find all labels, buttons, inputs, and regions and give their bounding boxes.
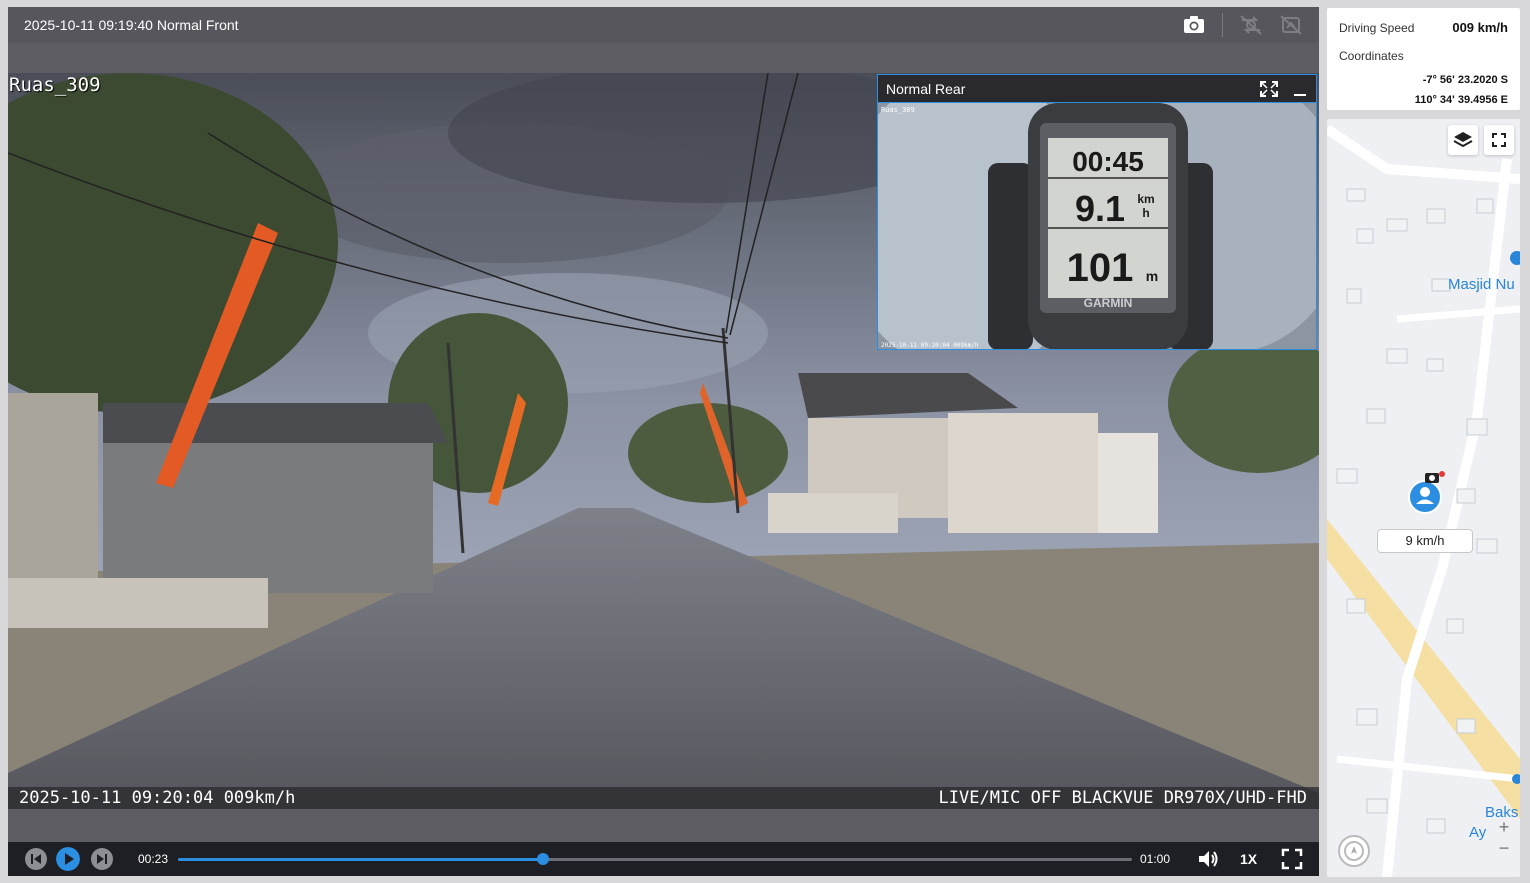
layers-icon xyxy=(1453,132,1473,148)
pip-header: Normal Rear xyxy=(878,75,1316,102)
poi-ay-label[interactable]: Ay xyxy=(1469,824,1486,841)
compass-icon xyxy=(1344,841,1364,861)
map-fullscreen-button[interactable] xyxy=(1484,125,1514,155)
minimize-icon[interactable] xyxy=(1290,79,1312,99)
zoom-in-button[interactable]: + xyxy=(1491,817,1517,838)
seek-progress xyxy=(178,858,544,861)
previous-frame-icon[interactable] xyxy=(24,847,48,871)
driving-speed-label: Driving Speed xyxy=(1339,21,1415,35)
map-layers-button[interactable] xyxy=(1448,125,1478,155)
fullscreen-icon xyxy=(1492,133,1506,147)
toolbar-divider xyxy=(1222,13,1223,37)
pip-title: Normal Rear xyxy=(886,81,966,97)
rear-camera-pip[interactable]: Normal Rear 00:45 9.1 km h 101 m GARMIN … xyxy=(877,74,1317,350)
map-speed-marker: 9 km/h xyxy=(1377,529,1473,553)
gps-distance: 101 xyxy=(1067,246,1134,290)
volume-icon[interactable] xyxy=(1196,847,1220,871)
video-osd-bar: 2025-10-11 09:20:04 009km/h LIVE/MIC OFF… xyxy=(8,787,1319,809)
total-time: 01:00 xyxy=(1140,852,1171,866)
osd-device-info: LIVE/MIC OFF BLACKVUE DR970X/UHD-FHD xyxy=(938,788,1307,808)
swap-view-icon[interactable] xyxy=(1238,13,1264,37)
gps-device-scene: 00:45 9.1 km h 101 m GARMIN Ruas_309 202… xyxy=(878,103,1316,349)
coordinates-label: Coordinates xyxy=(1339,49,1404,63)
driving-info-panel: Driving Speed 009 km/h Coordinates -7° 5… xyxy=(1327,8,1520,110)
camera-label-overlay: Ruas_309 xyxy=(9,74,101,96)
gps-speed-unit-top: km xyxy=(1137,192,1154,206)
video-player: 2025-10-11 09:19:40 Normal Front Ruas_30… xyxy=(8,7,1319,876)
latitude-value: -7° 56' 23.2020 S xyxy=(1422,74,1508,86)
fullscreen-icon[interactable] xyxy=(1280,847,1304,871)
vehicle-marker-icon[interactable] xyxy=(1405,467,1449,517)
camera-icon[interactable] xyxy=(1181,13,1207,37)
gps-timer: 00:45 xyxy=(1072,146,1144,177)
gps-brand: GARMIN xyxy=(1084,296,1133,310)
player-title-bar: 2025-10-11 09:19:40 Normal Front xyxy=(8,7,1319,43)
osd-timestamp-speed: 2025-10-11 09:20:04 009km/h xyxy=(19,788,296,808)
playback-speed-button[interactable]: 1X xyxy=(1240,851,1257,867)
map-zoom-controls: + − xyxy=(1491,817,1517,867)
next-frame-icon[interactable] xyxy=(90,847,114,871)
zoom-out-button[interactable]: − xyxy=(1491,838,1517,859)
poi-masjid-label[interactable]: Masjid Nu xyxy=(1448,276,1515,293)
current-time: 00:23 xyxy=(138,852,169,866)
driving-speed-value: 009 km/h xyxy=(1452,20,1508,35)
layout-off-icon[interactable] xyxy=(1278,13,1304,37)
gps-distance-unit: m xyxy=(1146,268,1158,284)
pip-tiny-label: Ruas_309 xyxy=(881,106,915,114)
expand-icon[interactable] xyxy=(1258,79,1280,99)
gps-speed: 9.1 xyxy=(1075,188,1125,229)
video-title: 2025-10-11 09:19:40 Normal Front xyxy=(24,17,239,33)
pip-tiny-osd: 2025-10-11 09:20:04 009km/h xyxy=(881,342,979,349)
rear-camera-video: 00:45 9.1 km h 101 m GARMIN Ruas_309 202… xyxy=(878,102,1316,349)
seek-handle[interactable] xyxy=(537,853,550,865)
gps-speed-unit-bottom: h xyxy=(1142,206,1149,220)
seek-bar[interactable] xyxy=(178,853,1132,865)
map-view[interactable]: Masjid Nu Baks Ay 9 km/h + − xyxy=(1327,119,1520,877)
play-icon[interactable] xyxy=(56,847,80,871)
longitude-value: 110° 34' 39.4956 E xyxy=(1414,94,1508,106)
map-recenter-button[interactable] xyxy=(1338,835,1370,867)
playback-controls: 00:23 01:00 1X xyxy=(8,842,1319,876)
